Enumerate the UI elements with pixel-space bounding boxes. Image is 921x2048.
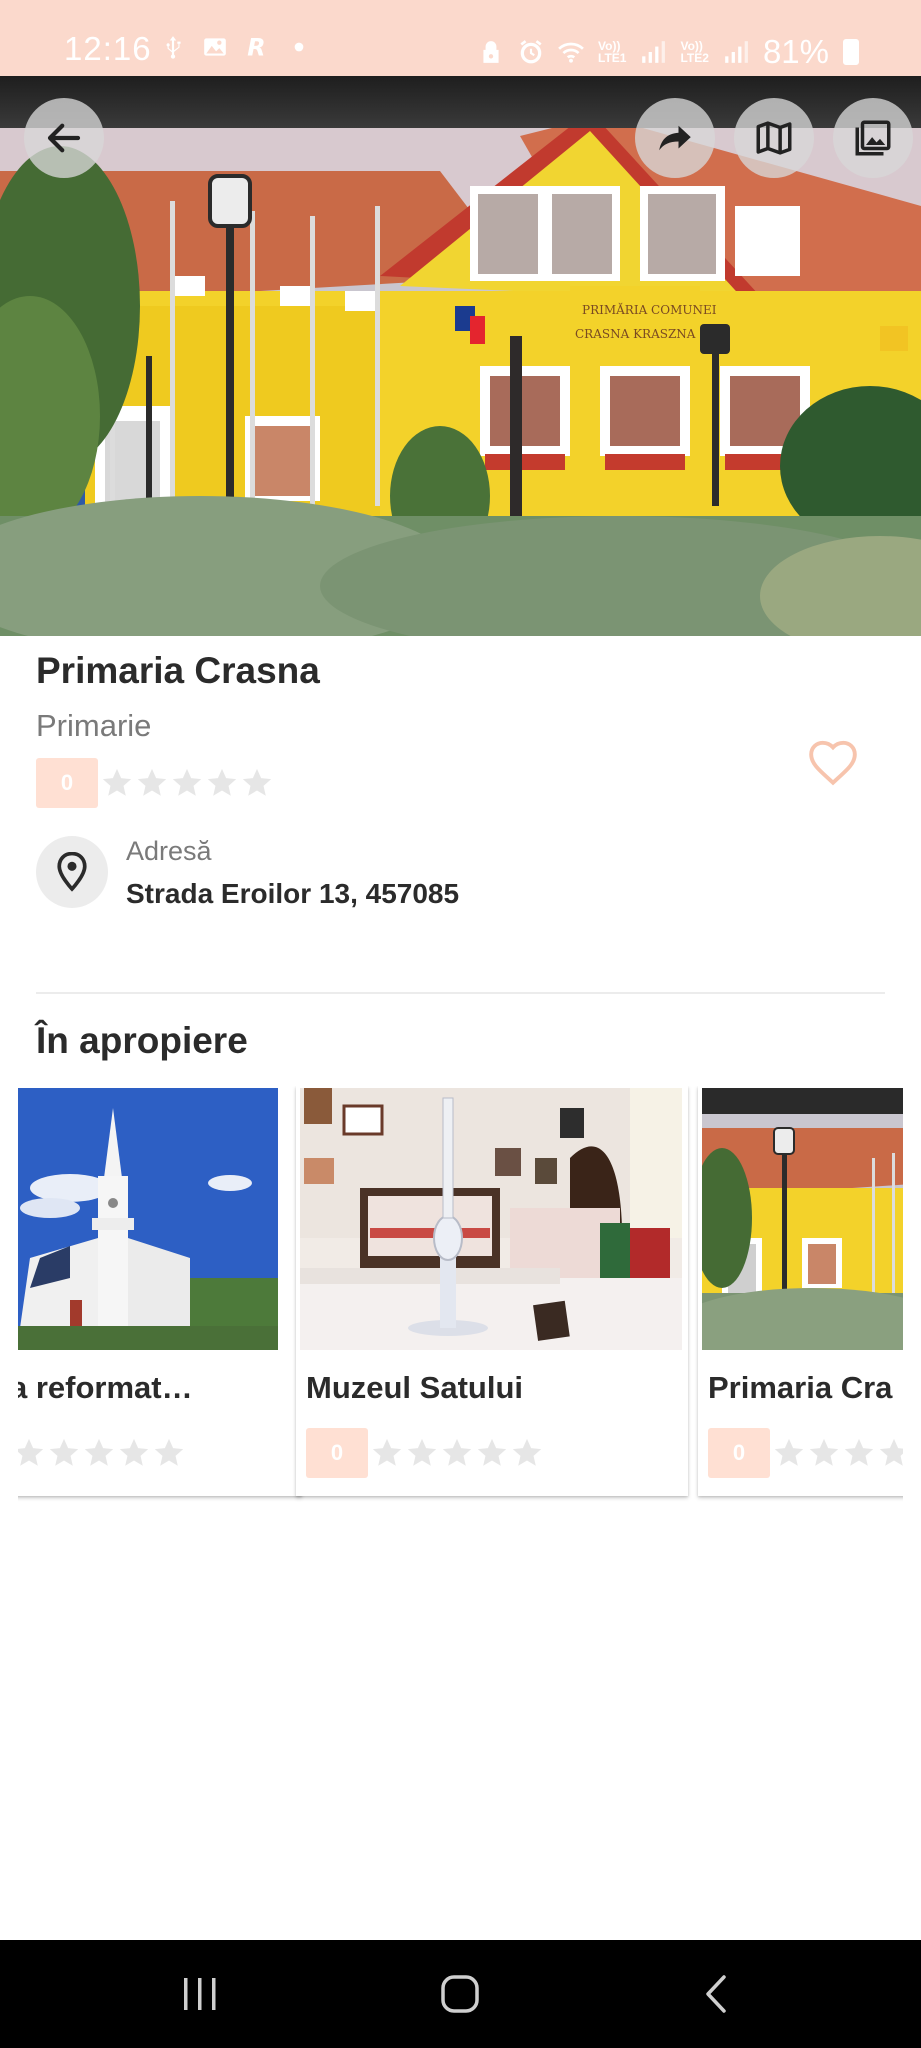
signal-icon-2 bbox=[725, 41, 748, 63]
nearby-card-image bbox=[702, 1088, 903, 1350]
arrow-left-icon bbox=[47, 123, 81, 153]
star-icon bbox=[407, 1438, 437, 1466]
battery-icon bbox=[843, 39, 859, 65]
star-icon bbox=[442, 1438, 472, 1466]
star-icon bbox=[102, 768, 132, 796]
rating-stars bbox=[100, 766, 275, 800]
rating-stars bbox=[772, 1436, 903, 1470]
rating-stars bbox=[370, 1436, 545, 1470]
dot-icon bbox=[294, 42, 304, 52]
nearby-card[interactable]: a reformat… 0 bbox=[18, 1086, 302, 1496]
rating-count-badge: 0 bbox=[306, 1428, 368, 1478]
carrier-1-label: Vo)) LTE1 bbox=[598, 39, 627, 65]
nearby-card-rating: 0 bbox=[18, 1428, 187, 1478]
svg-text:PRIMĂRIA COMUNEI: PRIMĂRIA COMUNEI bbox=[582, 302, 717, 317]
star-icon bbox=[154, 1438, 184, 1466]
star-icon bbox=[242, 768, 272, 796]
star-icon bbox=[477, 1438, 507, 1466]
recent-apps-icon bbox=[184, 1978, 216, 2010]
map-icon bbox=[756, 121, 792, 155]
town-hall-thumbnail bbox=[702, 1088, 903, 1350]
reformed-church-photo bbox=[18, 1088, 278, 1350]
nearby-card-title: Primaria Cra bbox=[708, 1370, 893, 1405]
image-icon bbox=[204, 38, 226, 56]
nearby-card[interactable]: Muzeul Satului 0 bbox=[296, 1086, 688, 1496]
battery-percent: 81% bbox=[762, 33, 829, 70]
address-label: Adresă bbox=[126, 836, 212, 866]
rating-count-badge: 0 bbox=[708, 1428, 770, 1478]
rating-count-badge: 0 bbox=[36, 758, 98, 808]
svg-text:R: R bbox=[247, 34, 265, 60]
carrier-2-label: Vo)) LTE2 bbox=[680, 39, 709, 65]
place-rating: 0 bbox=[36, 758, 275, 808]
alarm-icon bbox=[520, 40, 542, 64]
nearby-card-title: Muzeul Satului bbox=[306, 1370, 523, 1405]
recent-apps-button[interactable] bbox=[160, 1940, 240, 2048]
star-icon bbox=[879, 1438, 903, 1466]
place-title: Primaria Crasna bbox=[36, 650, 320, 691]
home-icon bbox=[441, 1975, 479, 2013]
village-museum-photo bbox=[300, 1088, 682, 1350]
system-nav-bar bbox=[0, 1940, 921, 2048]
wifi-icon bbox=[558, 42, 584, 63]
share-arrow-icon bbox=[659, 125, 691, 151]
nearby-card-image bbox=[18, 1088, 278, 1350]
star-icon bbox=[809, 1438, 839, 1466]
star-icon bbox=[844, 1438, 874, 1466]
back-nav-button[interactable] bbox=[676, 1940, 756, 2048]
star-icon bbox=[18, 1438, 44, 1466]
gallery-button[interactable] bbox=[833, 98, 913, 178]
back-chevron-icon bbox=[706, 1975, 726, 2013]
star-icon bbox=[119, 1438, 149, 1466]
nearby-card-rating: 0 bbox=[306, 1428, 545, 1478]
gallery-icon bbox=[855, 120, 891, 156]
rating-stars bbox=[18, 1436, 187, 1470]
address-value[interactable]: Strada Eroilor 13, 457085 bbox=[126, 878, 459, 910]
star-icon bbox=[207, 768, 237, 796]
nearby-card[interactable]: Primaria Cra 0 bbox=[698, 1086, 903, 1496]
status-time: 12:16 bbox=[64, 30, 152, 67]
star-icon bbox=[512, 1438, 542, 1466]
star-icon bbox=[84, 1438, 114, 1466]
star-icon bbox=[774, 1438, 804, 1466]
map-button[interactable] bbox=[734, 98, 814, 178]
nearby-card-image bbox=[300, 1088, 682, 1350]
usb-icon bbox=[166, 36, 181, 59]
star-icon bbox=[49, 1438, 79, 1466]
share-button[interactable] bbox=[635, 98, 715, 178]
star-icon bbox=[172, 768, 202, 796]
star-icon bbox=[137, 768, 167, 796]
nearby-section-title: În apropiere bbox=[36, 1020, 248, 1061]
address-icon-circle bbox=[36, 836, 108, 908]
home-button[interactable] bbox=[420, 1940, 500, 2048]
lock-icon bbox=[483, 41, 499, 63]
back-button[interactable] bbox=[24, 98, 104, 178]
place-category: Primarie bbox=[36, 708, 152, 743]
nearby-carousel[interactable]: a reformat… 0 bbox=[18, 1086, 903, 1506]
star-icon bbox=[372, 1438, 402, 1466]
nearby-card-title: a reformat… bbox=[18, 1370, 193, 1405]
signal-icon bbox=[642, 41, 666, 63]
section-divider bbox=[36, 992, 885, 994]
r-icon: R bbox=[247, 34, 265, 60]
status-bar: 12:16 R Vo)) LTE1 Vo)) LTE2 81% bbox=[0, 0, 921, 76]
nearby-card-rating: 0 bbox=[708, 1428, 903, 1478]
favorite-heart-icon[interactable] bbox=[806, 738, 860, 786]
location-pin-icon bbox=[57, 852, 87, 892]
hero-image[interactable]: PRIMĂRIA COMUNEI CRASNA KRASZNA bbox=[0, 76, 921, 636]
svg-text:CRASNA KRASZNA: CRASNA KRASZNA bbox=[575, 327, 696, 341]
